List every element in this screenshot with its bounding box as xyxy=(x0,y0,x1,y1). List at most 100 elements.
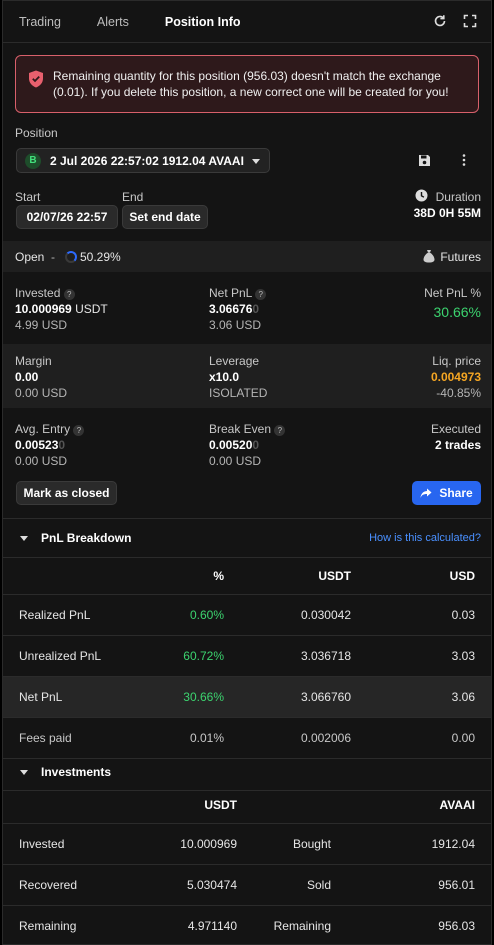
table-header-row: % USDT USD xyxy=(3,558,491,595)
row-qty: 956.03 xyxy=(353,905,491,944)
row-usd: 0.03 xyxy=(367,594,491,636)
invested-label: Invested ? xyxy=(15,286,75,300)
row-pct: 30.66% xyxy=(133,676,240,718)
position-info-panel: Trading Alerts Position Info Remaining q… xyxy=(2,0,492,945)
share-icon xyxy=(420,488,432,498)
table-header-row: USDT AVAAI xyxy=(3,787,491,824)
progress-ring xyxy=(65,251,77,263)
break-even-label: Break Even ? xyxy=(209,422,286,436)
row-label: Remaining xyxy=(3,905,123,944)
mark-as-closed-button[interactable]: Mark as closed xyxy=(16,481,117,505)
tab-alerts[interactable]: Alerts xyxy=(97,15,129,29)
col-header-usdt: USDT xyxy=(240,558,367,595)
row-usdt: 10.000969 xyxy=(123,823,253,865)
table-row: Fees paid 0.01% 0.002006 0.00 xyxy=(3,717,491,759)
how-calculated-link[interactable]: How is this calculated? xyxy=(369,532,481,544)
net-pnl-label: Net PnL ? xyxy=(209,286,267,300)
table-row: Recovered 5.030474 Sold 956.01 xyxy=(3,864,491,906)
pnl-breakdown-title: PnL Breakdown xyxy=(41,531,132,545)
margin-value: 0.00 xyxy=(15,370,39,384)
duration-label: Duration xyxy=(435,190,481,204)
invested-usd: 4.99 USD xyxy=(15,318,68,332)
net-pnl-usd: 3.06 USD xyxy=(209,318,262,332)
executed-label: Executed xyxy=(430,422,481,436)
position-label: Position xyxy=(15,126,58,140)
alert-message: Remaining quantity for this position (95… xyxy=(53,69,449,99)
row-label-2: Sold xyxy=(253,864,353,906)
col-header-usd: USD xyxy=(367,558,491,595)
help-icon[interactable]: ? xyxy=(63,289,75,300)
pnl-breakdown-header[interactable]: PnL Breakdown How is this calculated? xyxy=(3,518,491,558)
collapse-caret-icon xyxy=(20,535,28,541)
row-qty: 1912.04 xyxy=(353,823,491,865)
row-pct: 60.72% xyxy=(133,635,240,677)
refresh-icon[interactable] xyxy=(433,14,447,28)
row-pct: 0.60% xyxy=(133,594,240,636)
end-label: End xyxy=(122,190,144,204)
more-vertical-icon[interactable] xyxy=(461,153,467,167)
position-select[interactable]: B 2 Jul 2026 22:57:02 1912.04 AVAAI xyxy=(16,148,270,173)
help-icon[interactable]: ? xyxy=(255,289,267,300)
executed-value: 2 trades xyxy=(434,438,481,452)
investments-table: USDT AVAAI Invested 10.000969 Bought 191… xyxy=(3,787,491,944)
row-label-2: Bought xyxy=(253,823,353,865)
share-label: Share xyxy=(439,486,473,500)
table-row: Net PnL 30.66% 3.066760 3.06 xyxy=(3,676,491,718)
status-separator: - xyxy=(51,250,55,264)
row-usdt: 3.066760 xyxy=(240,676,367,718)
margin-label: Margin xyxy=(15,354,52,368)
row-label: Net PnL xyxy=(3,676,133,718)
avg-entry-usd: 0.00 USD xyxy=(15,454,68,468)
share-button[interactable]: Share xyxy=(412,481,481,505)
table-row: Remaining 4.971140 Remaining 956.03 xyxy=(3,905,491,944)
row-label: Unrealized PnL xyxy=(3,635,133,677)
avg-entry-label: Avg. Entry ? xyxy=(15,422,85,436)
row-usdt: 4.971140 xyxy=(123,905,253,944)
progress-text: 50.29% xyxy=(80,250,121,264)
col-header-pct: % xyxy=(133,558,240,595)
set-end-date-button[interactable]: Set end date xyxy=(122,205,208,229)
row-label: Invested xyxy=(3,823,123,865)
pnl-breakdown-table: % USDT USD Realized PnL 0.60% 0.030042 0… xyxy=(3,558,491,759)
row-usd: 3.03 xyxy=(367,635,491,677)
shield-alert-icon xyxy=(29,70,43,88)
save-icon[interactable] xyxy=(418,154,431,167)
col-header-asset: AVAAI xyxy=(353,787,491,824)
help-icon[interactable]: ? xyxy=(73,425,85,436)
break-even-value: 0.005200 xyxy=(209,438,260,452)
row-usdt: 0.030042 xyxy=(240,594,367,636)
start-date-field[interactable]: 02/07/26 22:57 xyxy=(16,205,118,229)
row-usdt: 0.002006 xyxy=(240,717,367,759)
row-usdt: 5.030474 xyxy=(123,864,253,906)
row-label: Fees paid xyxy=(3,717,133,759)
col-header-usdt: USDT xyxy=(123,787,253,824)
duration-value: 38D 0H 55M xyxy=(413,206,481,220)
row-usdt: 3.036718 xyxy=(240,635,367,677)
open-status: Open xyxy=(15,250,45,264)
fullscreen-icon[interactable] xyxy=(463,14,477,28)
money-bag-icon xyxy=(423,250,435,263)
row-usd: 0.00 xyxy=(367,717,491,759)
position-select-value: 2 Jul 2026 22:57:02 1912.04 AVAAI xyxy=(50,153,244,168)
market-type: Futures xyxy=(440,250,481,264)
tab-position-info[interactable]: Position Info xyxy=(165,15,241,29)
row-qty: 956.01 xyxy=(353,864,491,906)
mismatch-alert: Remaining quantity for this position (95… xyxy=(15,55,479,113)
tab-trading[interactable]: Trading xyxy=(19,15,61,29)
net-pnl-value: 3.066760 xyxy=(209,302,260,316)
row-usd: 3.06 xyxy=(367,676,491,718)
table-row: Unrealized PnL 60.72% 3.036718 3.03 xyxy=(3,635,491,677)
row-pct: 0.01% xyxy=(133,717,240,759)
avg-entry-value: 0.005230 xyxy=(15,438,66,452)
help-icon[interactable]: ? xyxy=(274,425,286,436)
leverage-value: x10.0 xyxy=(209,370,240,384)
margin-usd: 0.00 USD xyxy=(15,386,68,400)
net-pnl-pct-value: 30.66% xyxy=(433,304,481,320)
row-label: Recovered xyxy=(3,864,123,906)
investments-title: Investments xyxy=(41,765,112,779)
row-label: Realized PnL xyxy=(3,594,133,636)
start-label: Start xyxy=(15,190,41,204)
investments-header[interactable]: Investments xyxy=(3,754,491,791)
leverage-label: Leverage xyxy=(209,354,260,368)
invested-value: 10.000969 USDT xyxy=(15,302,108,316)
